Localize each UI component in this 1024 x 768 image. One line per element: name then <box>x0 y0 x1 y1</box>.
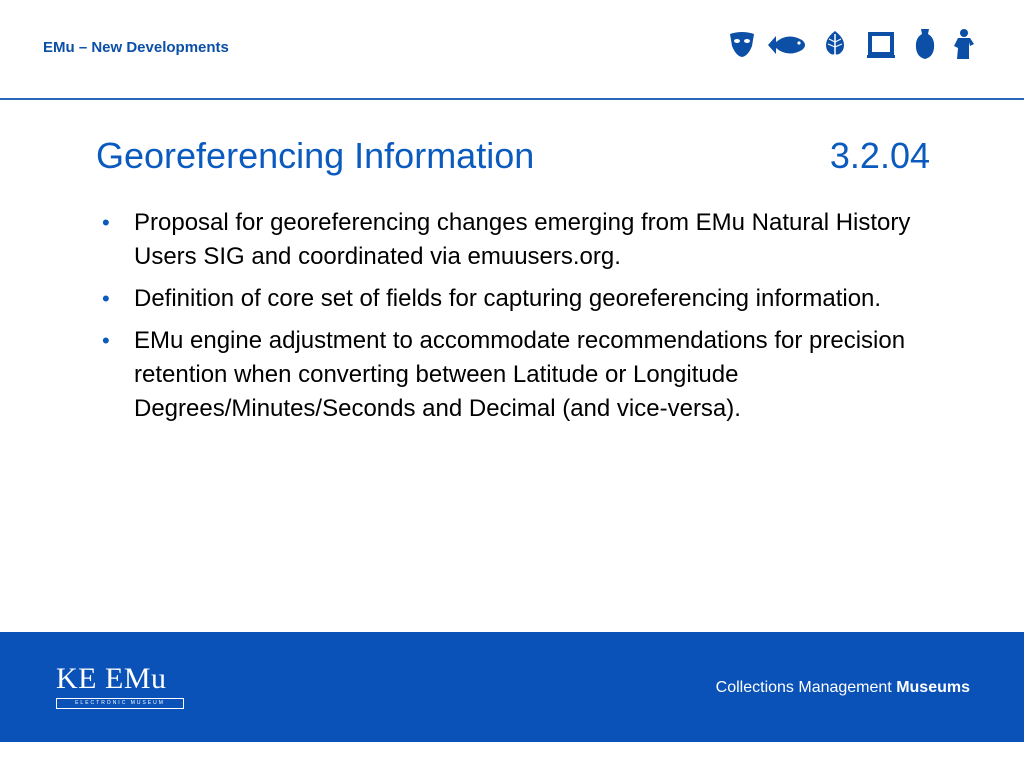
bullet-text: Definition of core set of fields for cap… <box>134 285 882 312</box>
top-header: EMu – New Developments <box>0 0 1024 98</box>
fish-icon <box>768 36 805 54</box>
slide-title-text: Georeferencing Information <box>96 135 535 176</box>
header-title: EMu – New Developments <box>43 39 229 56</box>
bullet-item: • EMu engine adjustment to accommodate r… <box>96 324 936 426</box>
bullet-icon: • <box>102 328 110 353</box>
tagline-prefix: Collections Management <box>715 679 897 696</box>
vase-icon <box>915 29 935 59</box>
figure-icon <box>954 29 974 59</box>
icon-row <box>724 26 984 62</box>
bullet-text: Proposal for georeferencing changes emer… <box>134 209 911 270</box>
footer-band: KE EMu ELECTRONIC MUSEUM Collections Man… <box>0 632 1024 742</box>
slide-version: 3.2.04 <box>829 135 930 176</box>
footer-bottom-strip <box>0 742 1024 768</box>
bullet-item: • Proposal for georeferencing changes em… <box>96 206 936 274</box>
mask-icon <box>730 32 754 57</box>
bullet-text: EMu engine adjustment to accommodate rec… <box>134 327 906 422</box>
bullet-list: • Proposal for georeferencing changes em… <box>96 206 936 434</box>
tagline-bold: Museums <box>896 679 970 696</box>
slide: EMu – New Developments Georeferencing In… <box>0 0 1024 768</box>
ke-emu-logo: KE EMu ELECTRONIC MUSEUM <box>56 662 184 710</box>
slide-title: Georeferencing Information 3.2.04 <box>96 134 930 178</box>
frame-icon <box>867 32 895 58</box>
bullet-item: • Definition of core set of fields for c… <box>96 282 936 316</box>
footer-tagline: Collections Management Museums <box>716 679 970 697</box>
bullet-icon: • <box>102 210 110 235</box>
logo-subtitle: ELECTRONIC MUSEUM <box>56 698 184 709</box>
leaf-icon <box>826 31 844 59</box>
header-divider <box>0 98 1024 100</box>
logo-text: KE EMu <box>56 662 167 695</box>
bullet-icon: • <box>102 286 110 311</box>
